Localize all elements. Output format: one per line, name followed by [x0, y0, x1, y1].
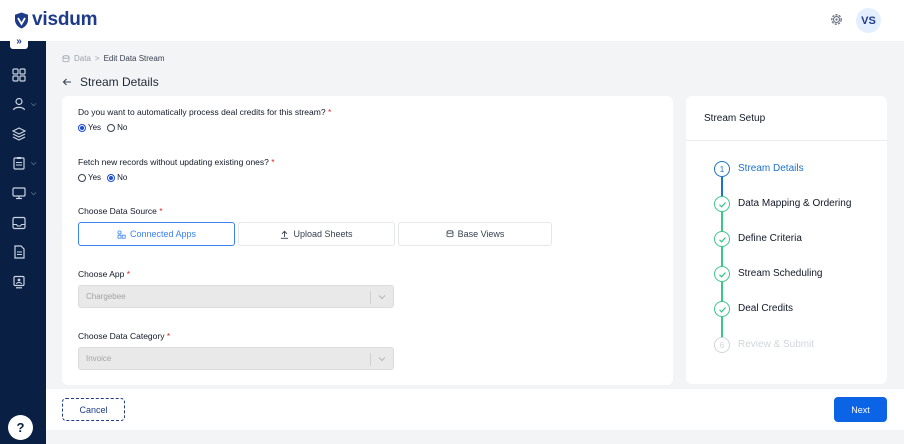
- database-icon: [62, 54, 70, 62]
- user-icon[interactable]: [12, 97, 26, 111]
- clipboard-icon[interactable]: [12, 156, 26, 170]
- choose-app-label: Choose App *: [78, 269, 131, 279]
- cancel-button[interactable]: Cancel: [62, 398, 125, 421]
- breadcrumb-separator: >: [94, 54, 100, 63]
- chevron-down-icon: [378, 295, 386, 300]
- fetch-new-records-radio-group: Yes No: [78, 173, 127, 182]
- app-select[interactable]: Chargebee: [78, 285, 394, 308]
- auto-process-radio-group: Yes No: [78, 123, 127, 132]
- document-icon[interactable]: [12, 245, 26, 259]
- step-stream-scheduling[interactable]: Stream Scheduling: [738, 268, 823, 279]
- chevron-down-icon: ⌵: [31, 190, 37, 197]
- page-title-text: Stream Details: [80, 75, 159, 89]
- data-category-select[interactable]: Invoice: [78, 347, 394, 370]
- step-define-criteria[interactable]: Define Criteria: [738, 233, 802, 244]
- divider: [686, 140, 887, 141]
- fetch-new-no-radio[interactable]: No: [107, 173, 127, 182]
- check-circle-icon: [714, 231, 730, 247]
- select-divider: [370, 353, 371, 366]
- stream-details-form: Do you want to automatically process dea…: [62, 96, 673, 385]
- page-title: Stream Details: [62, 75, 159, 89]
- step-review-submit: Review & Submit: [738, 339, 815, 350]
- avatar[interactable]: VS: [856, 8, 881, 33]
- app-name: visdum: [32, 9, 98, 30]
- data-source-label: Choose Data Source *: [78, 206, 163, 216]
- check-circle-icon: [714, 301, 730, 317]
- auto-process-no-radio[interactable]: No: [107, 123, 127, 132]
- step-connector: [721, 212, 723, 233]
- step-data-mapping[interactable]: Data Mapping & Ordering: [738, 198, 851, 209]
- app-select-value: Chargebee: [86, 292, 126, 301]
- app-logo[interactable]: visdum: [14, 9, 98, 31]
- arrow-left-icon[interactable]: [62, 77, 72, 87]
- data-category-select-value: Invoice: [86, 354, 112, 363]
- next-button[interactable]: Next: [834, 397, 887, 422]
- action-bar: Cancel Next: [46, 389, 904, 430]
- chevron-down-icon: [378, 357, 386, 362]
- step-connector: [721, 282, 723, 303]
- apps-icon: [117, 229, 126, 239]
- monitor-icon[interactable]: [12, 186, 26, 200]
- chevron-down-icon: ⌵: [31, 101, 37, 108]
- check-circle-icon: [714, 196, 730, 212]
- step-deal-credits[interactable]: Deal Credits: [738, 303, 793, 314]
- step-stream-details[interactable]: Stream Details: [738, 163, 804, 174]
- breadcrumb-current: Edit Data Stream: [103, 54, 165, 63]
- step-connector: [721, 317, 723, 338]
- check-circle-icon: [714, 266, 730, 282]
- report-icon[interactable]: [12, 275, 26, 289]
- stream-setup-title: Stream Setup: [704, 113, 766, 124]
- inbox-icon[interactable]: [12, 216, 26, 230]
- data-category-label: Choose Data Category *: [78, 331, 171, 341]
- base-views-button[interactable]: Base Views: [398, 222, 552, 246]
- grid-icon[interactable]: [12, 68, 26, 82]
- upload-icon: [281, 230, 289, 239]
- chevron-down-icon: ⌵: [31, 160, 37, 167]
- auto-process-yes-radio[interactable]: Yes: [78, 123, 101, 132]
- shield-logo-icon: [15, 12, 28, 28]
- step-number-1: 1: [714, 161, 730, 177]
- breadcrumb: Data > Edit Data Stream: [62, 54, 165, 63]
- expand-sidebar-button[interactable]: »: [10, 34, 28, 49]
- stream-setup-panel: Stream Setup 1 Stream Details Data Mappi…: [686, 96, 887, 384]
- auto-process-question: Do you want to automatically process dea…: [78, 107, 332, 117]
- select-divider: [370, 291, 371, 304]
- breadcrumb-root[interactable]: Data: [74, 54, 91, 63]
- database-icon: [446, 230, 453, 238]
- fetch-new-records-question: Fetch new records without updating exist…: [78, 157, 275, 167]
- gear-icon[interactable]: [829, 12, 844, 27]
- layers-icon[interactable]: [12, 127, 26, 141]
- connected-apps-button[interactable]: Connected Apps: [78, 222, 235, 246]
- step-connector: [721, 177, 723, 198]
- top-bar: visdum VS: [0, 0, 904, 41]
- step-number-6: 6: [714, 337, 730, 353]
- fetch-new-yes-radio[interactable]: Yes: [78, 173, 101, 182]
- sidebar: » ⌵ ⌵ ⌵ ?: [0, 34, 46, 444]
- step-connector: [721, 247, 723, 268]
- help-button[interactable]: ?: [8, 415, 33, 440]
- upload-sheets-button[interactable]: Upload Sheets: [238, 222, 395, 246]
